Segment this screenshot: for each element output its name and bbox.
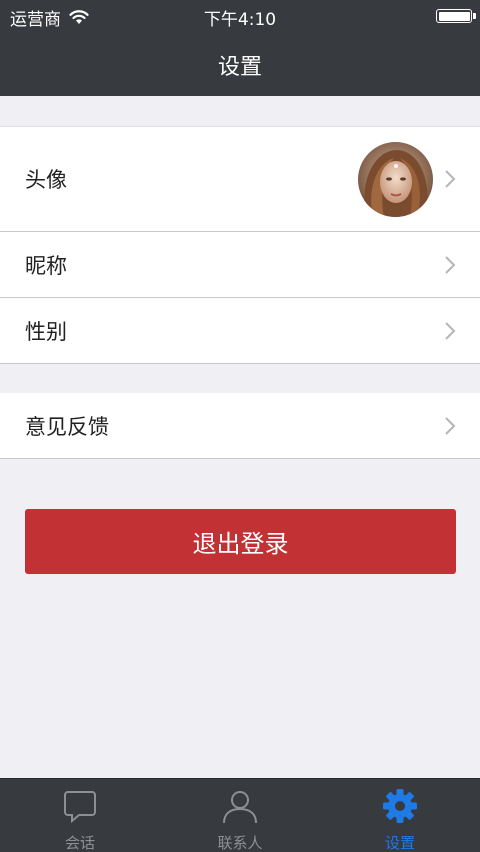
tab-label: 会话 bbox=[64, 834, 95, 852]
avatar-image bbox=[358, 142, 433, 217]
status-time: 下午4:10 bbox=[203, 10, 277, 30]
avatar-row[interactable]: 头像 bbox=[0, 127, 480, 232]
tab-contacts[interactable]: 联系人 bbox=[160, 779, 320, 852]
nickname-row[interactable]: 昵称 bbox=[0, 232, 480, 298]
avatar bbox=[358, 142, 433, 217]
tab-label: 设置 bbox=[384, 834, 415, 852]
page-title: 设置 bbox=[217, 55, 262, 80]
chat-bubble-icon bbox=[64, 791, 96, 824]
gear-icon bbox=[383, 789, 417, 823]
battery-tip bbox=[473, 13, 476, 19]
tab-bar: 会话 联系人 设置 bbox=[0, 778, 480, 852]
battery-icon bbox=[436, 9, 476, 23]
logout-button[interactable]: 退出登录 bbox=[25, 509, 456, 574]
chevron-right-icon bbox=[445, 416, 456, 435]
chevron-right-icon bbox=[445, 321, 456, 340]
tab-settings[interactable]: 设置 bbox=[320, 779, 480, 852]
feedback-group: 意见反馈 bbox=[0, 393, 480, 459]
gender-row[interactable]: 性别 bbox=[0, 298, 480, 364]
feedback-label: 意见反馈 bbox=[25, 414, 109, 439]
tab-conversations[interactable]: 会话 bbox=[0, 779, 160, 852]
tab-label: 联系人 bbox=[217, 834, 263, 852]
battery-fill bbox=[438, 11, 470, 21]
status-bar: 运营商 下午4:10 bbox=[0, 0, 480, 32]
chevron-right-icon bbox=[445, 255, 456, 274]
chevron-right-icon bbox=[445, 170, 456, 188]
feedback-row[interactable]: 意见反馈 bbox=[0, 393, 480, 459]
avatar-label: 头像 bbox=[25, 168, 67, 192]
gender-label: 性别 bbox=[25, 319, 67, 344]
nickname-label: 昵称 bbox=[25, 253, 67, 278]
person-icon bbox=[223, 791, 257, 824]
nav-bar: 设置 bbox=[0, 32, 480, 96]
profile-group: 头像 昵称 性别 bbox=[0, 126, 480, 364]
